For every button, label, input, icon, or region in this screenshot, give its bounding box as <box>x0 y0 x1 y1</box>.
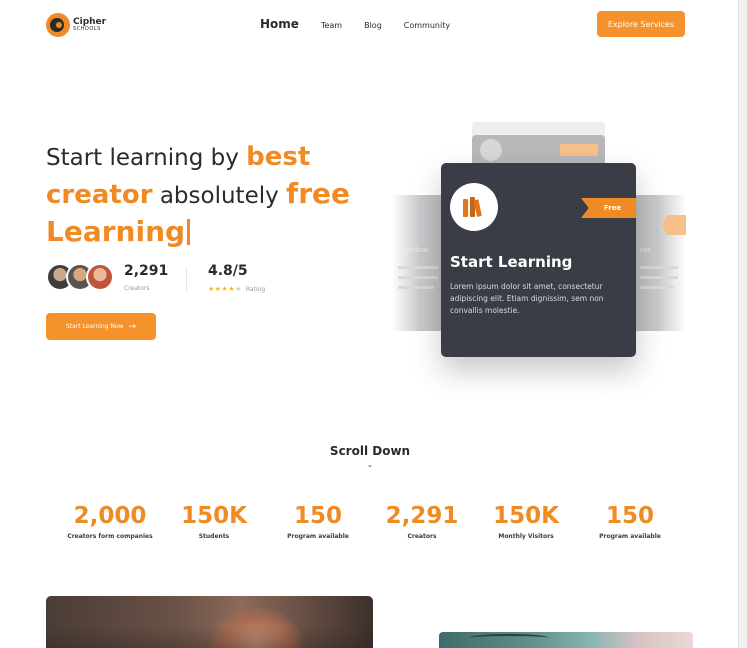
stat-item: 150K Students <box>181 503 247 540</box>
logo-icon <box>46 13 70 37</box>
logo-subname: SCHOOLS <box>73 26 101 32</box>
free-badge: Free <box>581 198 636 218</box>
arrow-right-icon: → <box>128 321 137 332</box>
card-title: Start Learning <box>450 253 573 271</box>
explore-services-button[interactable]: Explore Services <box>597 11 685 37</box>
books-icon <box>450 183 498 231</box>
ghost-card-right-title: tion <box>640 247 652 254</box>
course-card[interactable]: Free Start Learning Lorem ipsum dolor si… <box>441 163 636 357</box>
nav-home[interactable]: Home <box>260 17 299 31</box>
logo[interactable]: Cipher SCHOOLS <box>46 13 106 37</box>
rating-value: 4.8/5 <box>208 263 248 279</box>
stat-item: 150K Monthly Visitors <box>493 503 559 540</box>
nav-blog[interactable]: Blog <box>364 21 382 30</box>
student-photo <box>46 596 373 648</box>
start-learning-button[interactable]: Start Learning Now → <box>46 313 156 340</box>
scroll-down-label[interactable]: Scroll Down <box>0 444 740 458</box>
start-learning-label: Start Learning Now <box>65 323 124 330</box>
stat-item: 2,000 Creators form companies <box>67 503 153 540</box>
stats-row: 2,000 Creators form companies 150K Stude… <box>56 503 676 543</box>
ghost-card-right-tag <box>662 215 686 235</box>
creators-count: 2,291 <box>124 263 169 279</box>
text-cursor <box>187 219 191 245</box>
rating-stat: 4.8/5 ★★★★★ Rating <box>208 263 265 293</box>
chevron-down-icon[interactable]: ⌄ <box>365 460 375 469</box>
creators-label: Creators <box>124 285 150 292</box>
nav-community[interactable]: Community <box>404 21 450 30</box>
nav-team[interactable]: Team <box>321 21 342 30</box>
ghost-card-tag <box>560 144 598 156</box>
ghost-card-icon <box>480 139 502 161</box>
page-edge <box>738 0 747 648</box>
divider <box>186 267 187 291</box>
main-nav: Home Team Blog Community <box>260 17 472 31</box>
campus-photo <box>439 632 693 648</box>
creator-avatars <box>46 263 114 291</box>
creators-stat: 2,291 Creators <box>124 263 168 292</box>
ghost-card-left-title: n Certificat <box>395 247 429 254</box>
hero-title: Start learning by best creator absolutely… <box>46 142 351 248</box>
rating-label: Rating <box>245 285 266 293</box>
rating-stars-icon: ★★★★★ <box>208 285 242 293</box>
stat-item: 150 Program available <box>599 503 661 540</box>
avatar <box>86 263 114 291</box>
stat-item: 2,291 Creators <box>385 503 459 540</box>
card-description: Lorem ipsum dolor sit amet, consectetur … <box>450 282 604 315</box>
stat-item: 150 Program available <box>287 503 349 540</box>
